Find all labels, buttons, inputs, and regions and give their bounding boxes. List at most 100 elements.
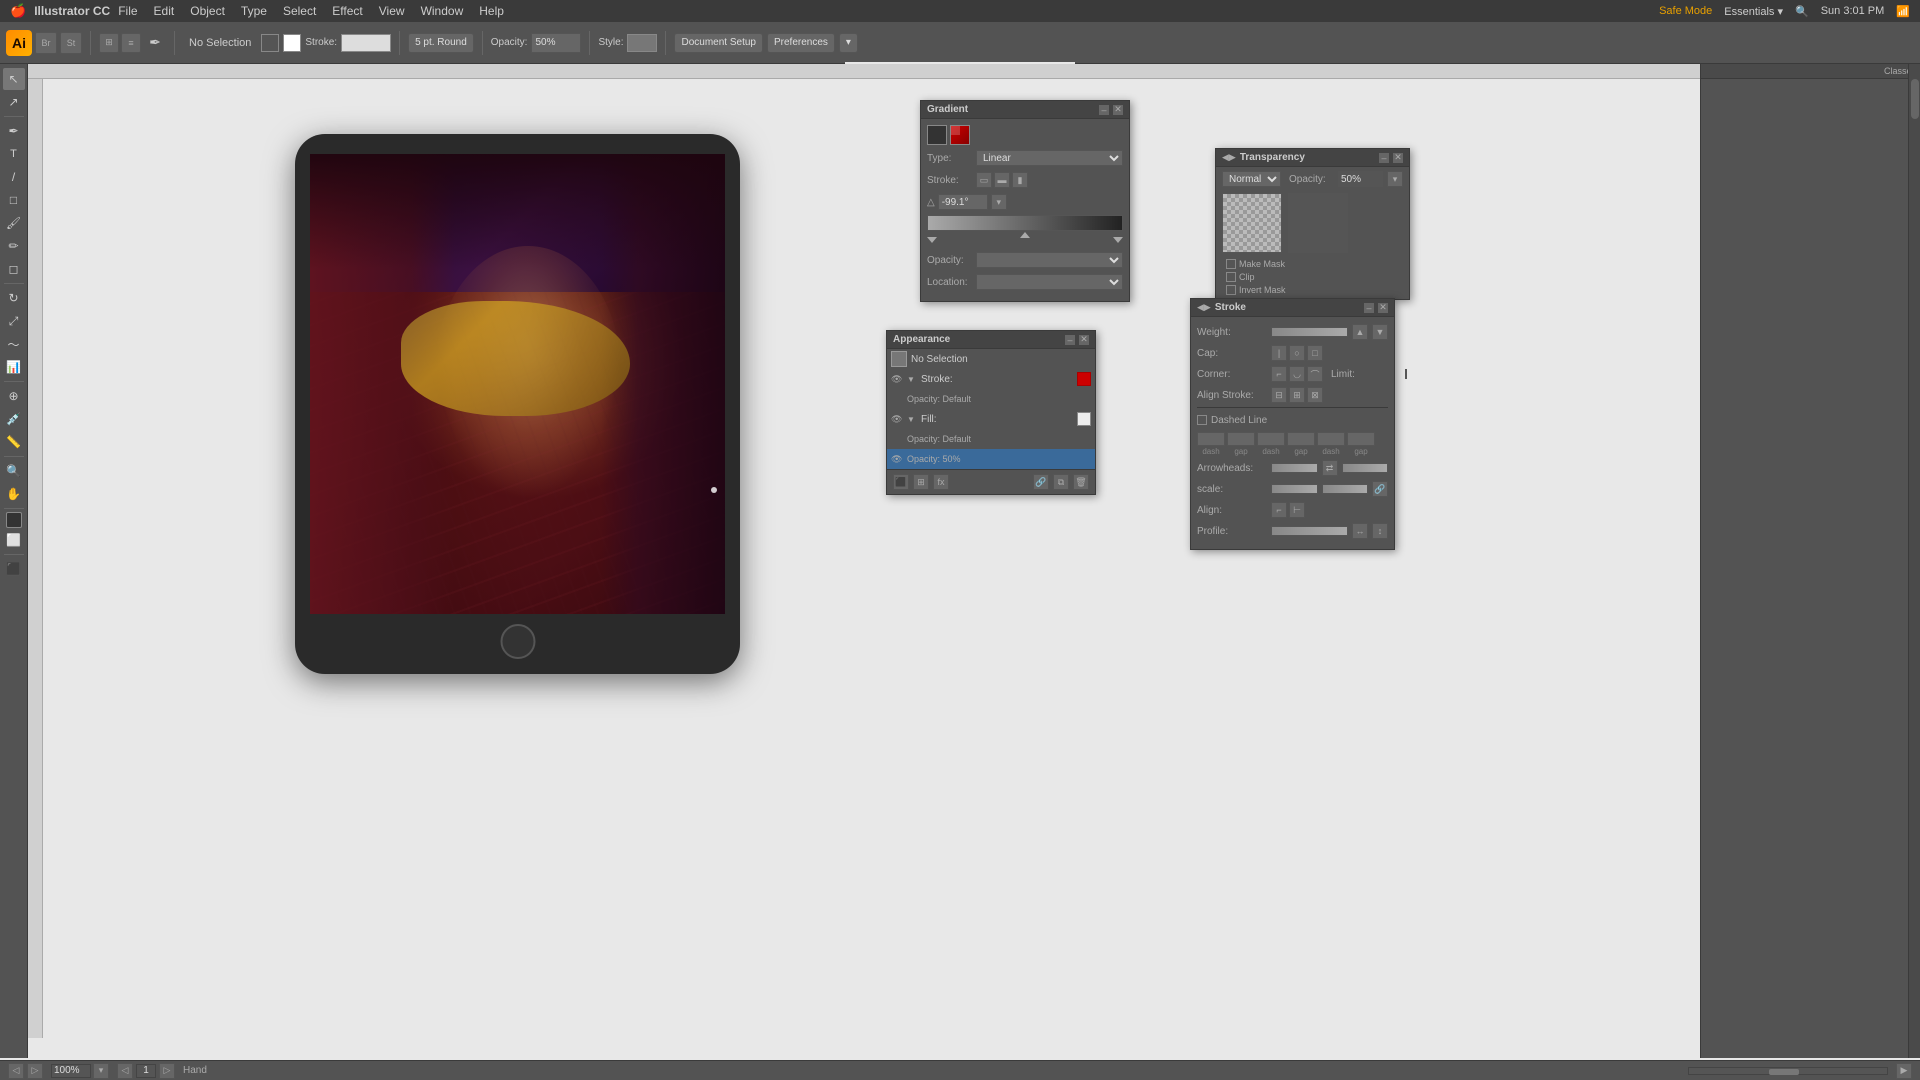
pen-tool[interactable]: ✒ <box>3 120 25 142</box>
appearance-fill-triangle[interactable]: ▼ <box>907 415 917 424</box>
transparency-options-btn[interactable]: ▾ <box>1387 171 1403 187</box>
appearance-fill-row[interactable]: 👁 ▼ Fill: <box>887 409 1095 429</box>
paintbrush-tool[interactable]: 🖌 <box>3 212 25 234</box>
blend-tool[interactable]: ⊕ <box>3 385 25 407</box>
menu-help[interactable]: Help <box>479 4 504 18</box>
stroke-expand-icon[interactable]: ◀▶ <box>1197 302 1211 313</box>
type-tool[interactable]: T <box>3 143 25 165</box>
gradient-angle-dropdown[interactable]: ▾ <box>991 194 1007 210</box>
scroll-horizontal[interactable] <box>1688 1067 1888 1075</box>
cap-butt-btn[interactable]: | <box>1271 345 1287 361</box>
menu-file[interactable]: File <box>118 4 137 18</box>
arrow-end-select[interactable] <box>1342 463 1389 473</box>
stroke-swatch[interactable] <box>283 34 301 52</box>
zoom-dropdown-btn[interactable]: ▾ <box>93 1063 109 1079</box>
appearance-collapse-btn[interactable]: – <box>1065 335 1075 345</box>
appearance-fill-eye[interactable]: 👁 <box>891 414 903 425</box>
more-btn[interactable]: ▾ <box>839 33 858 53</box>
gradient-bar[interactable] <box>927 215 1123 231</box>
appearance-fill-swatch[interactable] <box>1077 412 1091 426</box>
appearance-stroke-swatch[interactable] <box>1077 372 1091 386</box>
appearance-fx-btn[interactable]: fx <box>933 474 949 490</box>
clip-checkbox[interactable] <box>1226 272 1236 282</box>
arrow-start-select[interactable] <box>1271 463 1318 473</box>
page-prev-btn[interactable]: ◁ <box>117 1063 133 1079</box>
gap-2-input[interactable] <box>1287 432 1315 446</box>
menu-effect[interactable]: Effect <box>332 4 362 18</box>
stroke-size-btn[interactable]: 5 pt. Round <box>408 33 474 53</box>
style-swatch[interactable] <box>627 34 657 52</box>
stroke-weight-down[interactable]: ▼ <box>1372 324 1388 340</box>
stock-icon[interactable]: St <box>60 32 82 54</box>
scroll-thumb[interactable] <box>1769 1069 1799 1075</box>
hand-tool[interactable]: ✋ <box>3 483 25 505</box>
pencil-tool[interactable]: ✏ <box>3 235 25 257</box>
appearance-close-btn[interactable]: ✕ <box>1079 335 1089 345</box>
align-outside-btn[interactable]: ⊠ <box>1307 387 1323 403</box>
appearance-layer-opacity-row[interactable]: 👁 Opacity: 50% <box>887 449 1095 469</box>
artboard-prev-btn[interactable]: ◁ <box>8 1063 24 1079</box>
dash-1-input[interactable] <box>1197 432 1225 446</box>
align-inside-btn[interactable]: ⊞ <box>1289 387 1305 403</box>
scale-end-input[interactable] <box>1322 484 1369 494</box>
zoom-input[interactable]: 100% <box>51 1064 91 1078</box>
arrow-swap-btn[interactable]: ⇄ <box>1322 460 1338 476</box>
align2-btn-1[interactable]: ⌐ <box>1271 502 1287 518</box>
fill-color-swatch[interactable] <box>6 512 22 528</box>
transparency-opacity-input[interactable] <box>1338 171 1383 187</box>
menu-view[interactable]: View <box>379 4 405 18</box>
gradient-stop-left[interactable] <box>927 237 937 243</box>
gradient-angle-input[interactable] <box>938 194 988 210</box>
scale-start-input[interactable] <box>1271 484 1318 494</box>
dashed-line-checkbox[interactable] <box>1197 415 1207 425</box>
bridge-icon[interactable]: Br <box>35 32 57 54</box>
zoom-tool[interactable]: 🔍 <box>3 460 25 482</box>
eyedropper-tool[interactable]: 💉 <box>3 408 25 430</box>
stroke-close-btn[interactable]: ✕ <box>1378 303 1388 313</box>
pen-tool-icon[interactable]: ✒ <box>144 32 166 54</box>
eraser-tool[interactable]: ◻ <box>3 258 25 280</box>
line-tool[interactable]: / <box>3 166 25 188</box>
apple-menu[interactable]: 🍎 <box>10 3 26 19</box>
profile-flip-h-btn[interactable]: ↔ <box>1352 523 1368 539</box>
appearance-stroke-eye[interactable]: 👁 <box>891 374 903 385</box>
gradient-collapse-btn[interactable]: – <box>1099 105 1109 115</box>
appearance-stroke-triangle[interactable]: ▼ <box>907 375 917 384</box>
direct-select-tool[interactable]: ↗ <box>3 91 25 113</box>
gradient-close-btn[interactable]: ✕ <box>1113 105 1123 115</box>
appearance-duplicate2-btn[interactable]: ⧉ <box>1053 474 1069 490</box>
document-setup-btn[interactable]: Document Setup <box>674 33 763 53</box>
rect-tool[interactable]: □ <box>3 189 25 211</box>
right-scrollbar[interactable] <box>1908 64 1920 1058</box>
align-center-btn[interactable]: ⊟ <box>1271 387 1287 403</box>
rotate-tool[interactable]: ↻ <box>3 287 25 309</box>
screen-mode-btn[interactable]: ⬛ <box>3 558 25 580</box>
gradient-midpoint[interactable] <box>1020 232 1030 238</box>
appearance-layer-eye[interactable]: 👁 <box>891 454 903 465</box>
stroke-collapse-btn[interactable]: – <box>1364 303 1374 313</box>
preferences-btn[interactable]: Preferences <box>767 33 835 53</box>
transparency-collapse-btn[interactable]: – <box>1379 153 1389 163</box>
appearance-stroke-row[interactable]: 👁 ▼ Stroke: <box>887 369 1095 389</box>
fill-swatch[interactable] <box>261 34 279 52</box>
transparency-blend-mode[interactable]: Normal <box>1222 171 1281 187</box>
menu-select[interactable]: Select <box>283 4 316 18</box>
corner-round-btn[interactable]: ◡ <box>1289 366 1305 382</box>
gradient-red-swatch[interactable] <box>950 125 970 145</box>
select-tool[interactable]: ↖ <box>3 68 25 90</box>
corner-bevel-btn[interactable]: ⌒ <box>1307 366 1323 382</box>
cap-square-btn[interactable]: □ <box>1307 345 1323 361</box>
scale-tool[interactable]: ⤢ <box>3 310 25 332</box>
transparency-close-btn[interactable]: ✕ <box>1393 153 1403 163</box>
stroke-icon-3[interactable]: ▮ <box>1012 172 1028 188</box>
view-list-icon[interactable]: ≡ <box>121 33 141 53</box>
scrollbar-thumb[interactable] <box>1911 79 1919 119</box>
dash-3-input[interactable] <box>1317 432 1345 446</box>
transparency-expand-icon[interactable]: ◀▶ <box>1222 152 1236 163</box>
scroll-right-btn[interactable]: ▶ <box>1896 1063 1912 1079</box>
gap-3-input[interactable] <box>1347 432 1375 446</box>
make-mask-checkbox[interactable] <box>1226 259 1236 269</box>
measure-tool[interactable]: 📏 <box>3 431 25 453</box>
invert-mask-checkbox[interactable] <box>1226 285 1236 295</box>
profile-flip-v-btn[interactable]: ↕ <box>1372 523 1388 539</box>
